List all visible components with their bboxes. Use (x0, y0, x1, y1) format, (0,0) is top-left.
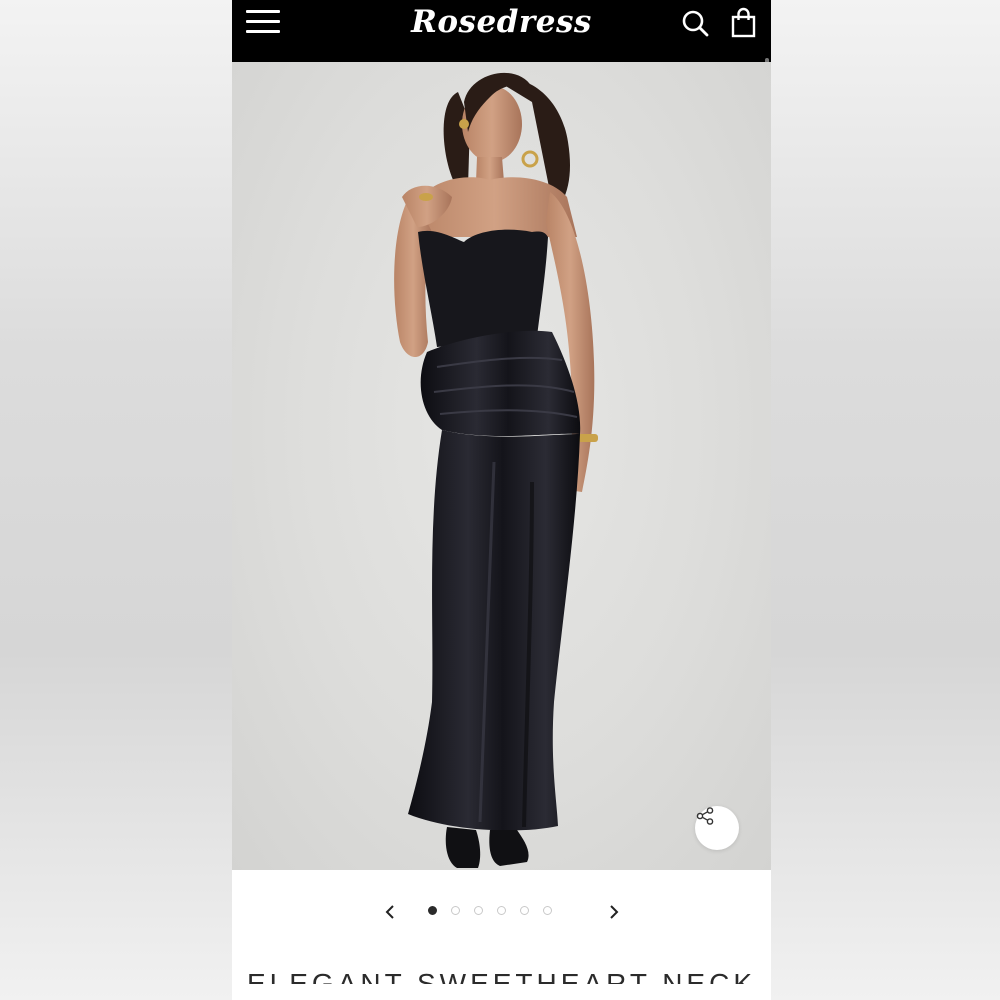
logo[interactable]: Rosedress (411, 4, 592, 40)
chevron-left-icon[interactable] (380, 898, 400, 926)
slide-dot-2[interactable] (451, 906, 460, 915)
mobile-page: Rosedress (232, 0, 771, 1000)
chevron-right-icon[interactable] (604, 898, 624, 926)
slide-dot-3[interactable] (474, 906, 483, 915)
top-header: Rosedress (232, 0, 771, 62)
background-left (0, 0, 232, 1000)
share-icon[interactable] (695, 806, 739, 850)
gallery-navigation (232, 870, 771, 956)
slide-dot-4[interactable] (497, 906, 506, 915)
background-right (771, 0, 1000, 1000)
slide-dot-1[interactable] (428, 906, 437, 915)
slide-dot-6[interactable] (543, 906, 552, 915)
menu-icon[interactable] (246, 10, 282, 36)
search-icon[interactable] (680, 8, 712, 40)
model-illustration (394, 72, 598, 868)
shopping-bag-icon[interactable] (728, 6, 760, 40)
bottom-overlay (232, 984, 771, 1000)
slide-indicators (428, 906, 552, 918)
slide-dot-5[interactable] (520, 906, 529, 915)
product-image[interactable] (232, 62, 771, 870)
